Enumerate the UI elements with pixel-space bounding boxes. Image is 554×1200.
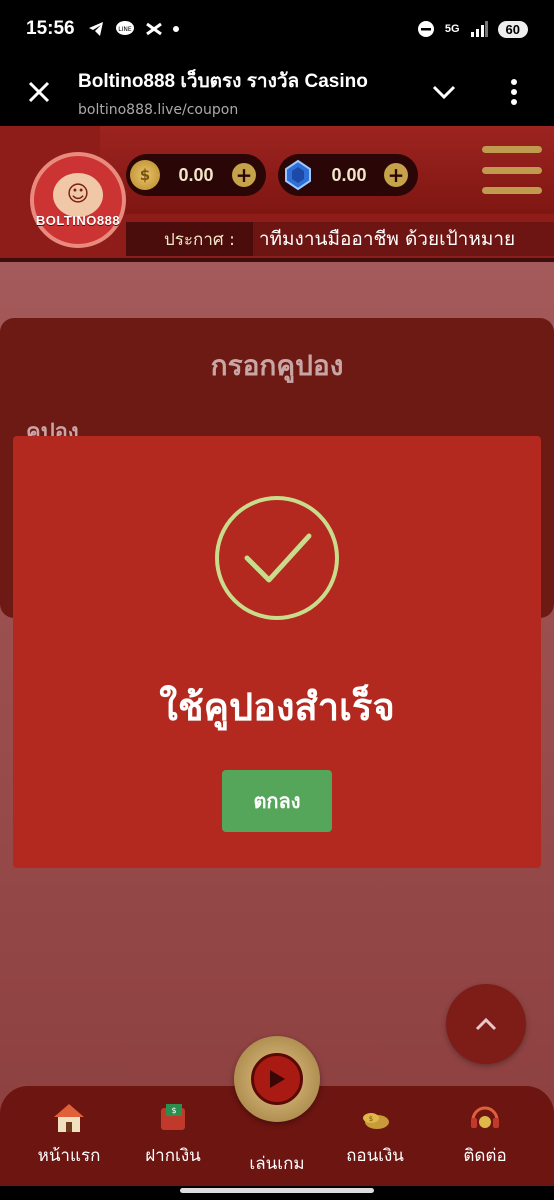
capcut-icon bbox=[145, 22, 162, 36]
success-check-icon bbox=[215, 496, 339, 620]
coin-icon: $ bbox=[130, 160, 160, 190]
nav-label: ติดต่อ bbox=[463, 1146, 507, 1166]
nav-item-withdraw[interactable]: $ ถอนเงิน bbox=[320, 1086, 430, 1186]
browser-title-area: Boltino888 เว็บตรง รางวัล Casino boltino… bbox=[78, 66, 414, 118]
close-icon bbox=[28, 81, 50, 103]
nav-label: ถอนเงิน bbox=[346, 1146, 404, 1166]
close-button[interactable] bbox=[0, 58, 78, 126]
add-coin-button[interactable]: + bbox=[232, 163, 256, 187]
hamburger-menu-button[interactable] bbox=[482, 146, 542, 194]
nav-item-deposit[interactable]: $ ฝากเงิน bbox=[118, 1086, 228, 1186]
gem-balance: 0.00 bbox=[331, 164, 367, 185]
svg-text:LINE: LINE bbox=[118, 26, 132, 33]
chevron-up-icon bbox=[475, 1017, 497, 1031]
scroll-top-button[interactable] bbox=[446, 984, 526, 1064]
svg-text:$: $ bbox=[171, 1106, 176, 1115]
more-options-button[interactable] bbox=[474, 79, 554, 105]
nav-label: เล่นเกม bbox=[249, 1154, 305, 1174]
battery-indicator: 60 bbox=[497, 20, 528, 38]
modal-title: ใช้คูปองสำเร็จ bbox=[159, 685, 395, 729]
coin-balance: 0.00 bbox=[178, 164, 214, 185]
nav-label: ฝากเงิน bbox=[145, 1146, 201, 1166]
announcement-bar: ประกาศ : าทีมงานมืออาชีพ ด้วยเป้าหมาย bbox=[126, 222, 554, 256]
kebab-menu-icon bbox=[511, 79, 517, 105]
home-icon bbox=[51, 1100, 87, 1136]
line-icon: LINE bbox=[115, 21, 134, 35]
status-bar: 15:56 LINE 5G 60 bbox=[0, 0, 554, 58]
site-header: ☺ BOLTINO888 $ 0.00 + 0.00 + ประกาศ : าท… bbox=[0, 126, 554, 262]
deposit-icon: $ bbox=[155, 1100, 191, 1136]
network-label: 5G bbox=[444, 23, 460, 35]
play-game-button[interactable] bbox=[234, 1036, 320, 1122]
menu-line-icon bbox=[482, 187, 542, 194]
signal-icon bbox=[470, 21, 488, 37]
page-url: boltino888.live/coupon bbox=[78, 102, 239, 118]
nav-label: หน้าแรก bbox=[37, 1146, 101, 1166]
coin-wallet: $ 0.00 + bbox=[126, 154, 266, 196]
dot-icon bbox=[172, 26, 179, 32]
browser-toolbar: Boltino888 เว็บตรง รางวัล Casino boltino… bbox=[0, 58, 554, 126]
home-indicator[interactable] bbox=[180, 1188, 374, 1193]
menu-line-icon bbox=[482, 166, 542, 174]
announcement-label: ประกาศ : bbox=[126, 222, 253, 256]
site-logo[interactable]: ☺ BOLTINO888 bbox=[30, 152, 126, 248]
success-modal: ใช้คูปองสำเร็จ ตกลง bbox=[13, 436, 541, 868]
page-title: Boltino888 เว็บตรง รางวัล Casino bbox=[78, 71, 368, 92]
gem-icon bbox=[282, 159, 314, 191]
status-right: 5G 60 bbox=[417, 20, 528, 38]
coupon-heading: กรอกคูปอง bbox=[210, 349, 344, 382]
chevron-down-icon bbox=[432, 85, 456, 99]
notification-icons: LINE bbox=[87, 20, 179, 38]
announcement-text: าทีมงานมืออาชีพ ด้วยเป้าหมาย bbox=[258, 228, 516, 250]
add-gem-button[interactable]: + bbox=[384, 163, 408, 187]
telegram-icon bbox=[88, 22, 103, 36]
status-time: 15:56 bbox=[26, 18, 75, 39]
gem-wallet: 0.00 + bbox=[278, 154, 418, 196]
ok-button[interactable]: ตกลง bbox=[222, 770, 332, 832]
contact-icon bbox=[467, 1100, 503, 1136]
logo-text: BOLTINO888 bbox=[35, 212, 121, 228]
menu-line-icon bbox=[482, 146, 542, 153]
nav-item-contact[interactable]: ติดต่อ bbox=[430, 1086, 540, 1186]
dnd-icon bbox=[417, 21, 434, 37]
play-icon bbox=[251, 1053, 303, 1105]
nav-item-home[interactable]: หน้าแรก bbox=[14, 1086, 124, 1186]
logo-face-icon: ☺ bbox=[53, 172, 103, 217]
withdraw-icon: $ bbox=[357, 1100, 393, 1136]
svg-text:$: $ bbox=[369, 1115, 373, 1123]
expand-button[interactable] bbox=[414, 85, 474, 99]
